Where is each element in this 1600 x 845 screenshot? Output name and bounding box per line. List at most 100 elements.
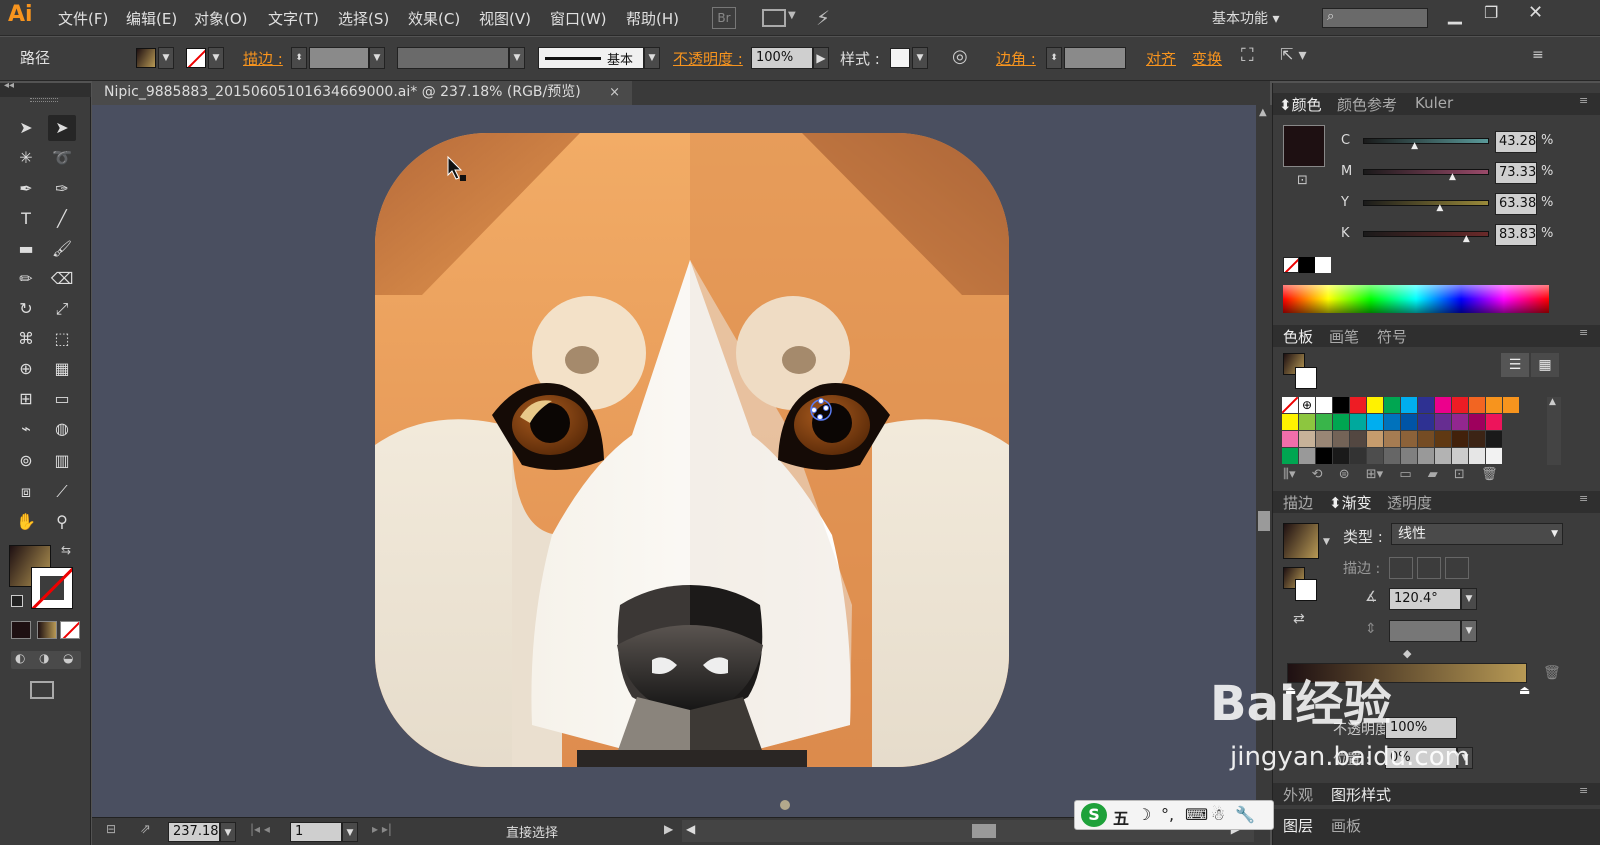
swatch[interactable] (1486, 397, 1502, 413)
opacity-label[interactable]: 不透明度 : (673, 48, 743, 69)
zoom-dropdown[interactable]: ▼ (220, 822, 236, 842)
swatch[interactable] (1435, 397, 1451, 413)
swatch-scrollbar[interactable]: ▲ (1547, 397, 1561, 465)
tools-grip[interactable] (30, 98, 58, 102)
place-swatch-icon[interactable]: ⟲ (1312, 467, 1323, 482)
swatch[interactable] (1418, 448, 1434, 464)
swatches-menu-icon[interactable]: ≡ (1579, 326, 1588, 339)
swap-colors-icon[interactable]: ⇆ (61, 543, 71, 557)
color-mode-button[interactable] (11, 621, 31, 639)
swatch[interactable] (1469, 397, 1485, 413)
channel-value-input[interactable]: 73.33 (1495, 162, 1537, 184)
channel-slider[interactable] (1363, 200, 1489, 206)
swatch[interactable] (1503, 397, 1519, 413)
scroll-up-icon[interactable]: ▲ (1259, 107, 1267, 118)
type-tool-icon[interactable]: T (12, 206, 40, 232)
stroke-label[interactable]: 描边 : (243, 48, 283, 69)
punctuation-icon[interactable]: °, (1161, 805, 1174, 824)
menu-select[interactable]: 选择(S) (338, 8, 389, 29)
fill-dropdown[interactable]: ▼ (158, 47, 174, 69)
swatch[interactable] (1418, 414, 1434, 430)
artboard-dropdown[interactable]: ▼ (342, 822, 358, 842)
tab-kuler[interactable]: Kuler (1415, 94, 1453, 112)
graphic-style-swatch[interactable] (890, 48, 910, 68)
swatch[interactable] (1469, 448, 1485, 464)
recolor-artwork-icon[interactable]: ◎ (952, 46, 968, 67)
swatch[interactable] (1333, 431, 1349, 447)
swatch[interactable] (1452, 397, 1468, 413)
aspect-ratio-dropdown[interactable]: ▼ (1461, 620, 1477, 642)
eraser-tool-icon[interactable]: ⌫ (48, 266, 76, 292)
current-color-swatch[interactable] (1283, 125, 1325, 167)
gradient-stroke-indicator[interactable] (1295, 579, 1317, 601)
scroll-left-icon[interactable]: ◀ (686, 822, 695, 836)
gradient-menu-icon[interactable]: ≡ (1579, 492, 1588, 505)
transform-label[interactable]: 变换 (1192, 48, 1222, 69)
draw-behind-icon[interactable]: ◑ (39, 651, 49, 665)
color-group-icon[interactable]: ▭ (1399, 467, 1411, 482)
draw-normal-icon[interactable]: ◐ (15, 651, 25, 665)
swatch[interactable] (1333, 448, 1349, 464)
minimize-icon[interactable]: ▁ (1448, 4, 1462, 25)
stroke-gradient-within-icon[interactable] (1389, 557, 1413, 579)
swatch[interactable] (1384, 448, 1400, 464)
delete-stop-icon[interactable]: 🗑 (1543, 665, 1561, 681)
menu-window[interactable]: 窗口(W) (550, 8, 607, 29)
rotate-tool-icon[interactable]: ↻ (12, 296, 40, 322)
tab-color-guide[interactable]: 颜色参考 (1337, 94, 1397, 115)
gpu-performance-icon[interactable]: ⚡ (816, 6, 830, 30)
swatch[interactable] (1418, 397, 1434, 413)
canvas-area[interactable] (92, 105, 1270, 817)
hscroll-thumb[interactable] (972, 824, 996, 838)
swatch[interactable] (1282, 431, 1298, 447)
swatch-options-icon[interactable]: ⊞▾ (1366, 467, 1383, 482)
list-view-icon[interactable]: ☰ (1501, 353, 1529, 377)
gradient-preview[interactable] (1283, 523, 1319, 559)
half-width-icon[interactable]: ☽ (1137, 805, 1151, 824)
status-toggle-icon[interactable]: ⊟ (106, 822, 116, 836)
ime-mode[interactable]: 五 (1113, 805, 1129, 829)
zoom-tool-icon[interactable]: ⚲ (48, 509, 76, 535)
delete-swatch-icon[interactable]: 🗑 (1481, 467, 1498, 482)
none-mode-button[interactable] (60, 621, 80, 639)
menu-type[interactable]: 文字(T) (268, 8, 319, 29)
swatch[interactable] (1367, 448, 1383, 464)
swatch[interactable] (1469, 431, 1485, 447)
mesh-tool-icon[interactable]: ⊞ (12, 386, 40, 412)
swatch-library-icon[interactable]: ⫼▾ (1283, 467, 1296, 482)
swatch[interactable] (1350, 397, 1366, 413)
tab-appearance[interactable]: 外观 (1283, 784, 1313, 805)
stroke-weight-dropdown[interactable]: ▼ (369, 47, 385, 69)
swatch[interactable] (1350, 414, 1366, 430)
last-artboard-icon[interactable]: ▸ ▸| (372, 822, 392, 836)
swatch-stroke-indicator[interactable] (1295, 367, 1317, 389)
swatch[interactable] (1299, 448, 1315, 464)
stroke-dropdown[interactable]: ▼ (208, 47, 224, 69)
stroke-swatch[interactable] (186, 48, 206, 68)
scale-tool-icon[interactable]: ⤢ (48, 296, 76, 322)
swatch[interactable] (1350, 431, 1366, 447)
reverse-gradient-icon[interactable]: ⇄ (1293, 611, 1305, 627)
tab-color[interactable]: ⬍颜色 (1279, 94, 1322, 115)
gradient-mode-button[interactable] (37, 621, 57, 639)
magic-wand-tool-icon[interactable]: ✳ (12, 145, 40, 171)
corner-input[interactable] (1064, 47, 1126, 69)
swatch[interactable] (1384, 397, 1400, 413)
channel-value-input[interactable]: 83.83 (1495, 224, 1537, 246)
settings-wrench-icon[interactable]: 🔧 (1235, 805, 1255, 824)
close-tab-icon[interactable]: × (609, 81, 620, 104)
swatch[interactable]: ⊕ (1299, 397, 1315, 413)
appearance-menu-icon[interactable]: ≡ (1579, 784, 1588, 797)
arrange-icon[interactable]: ⇱ ▾ (1280, 45, 1307, 64)
swatch[interactable] (1299, 414, 1315, 430)
swatch[interactable] (1282, 397, 1298, 413)
color-panel-menu-icon[interactable]: ≡ (1579, 94, 1588, 107)
white-swatch[interactable] (1315, 257, 1331, 273)
swatch[interactable] (1384, 414, 1400, 430)
tab-swatches[interactable]: 色板 (1283, 326, 1313, 347)
selection-tool-icon[interactable]: ➤ (12, 115, 40, 141)
corner-stepper[interactable]: ⬍ (1046, 47, 1062, 69)
swatch[interactable] (1316, 414, 1332, 430)
swatch[interactable] (1435, 448, 1451, 464)
menu-help[interactable]: 帮助(H) (626, 8, 679, 29)
